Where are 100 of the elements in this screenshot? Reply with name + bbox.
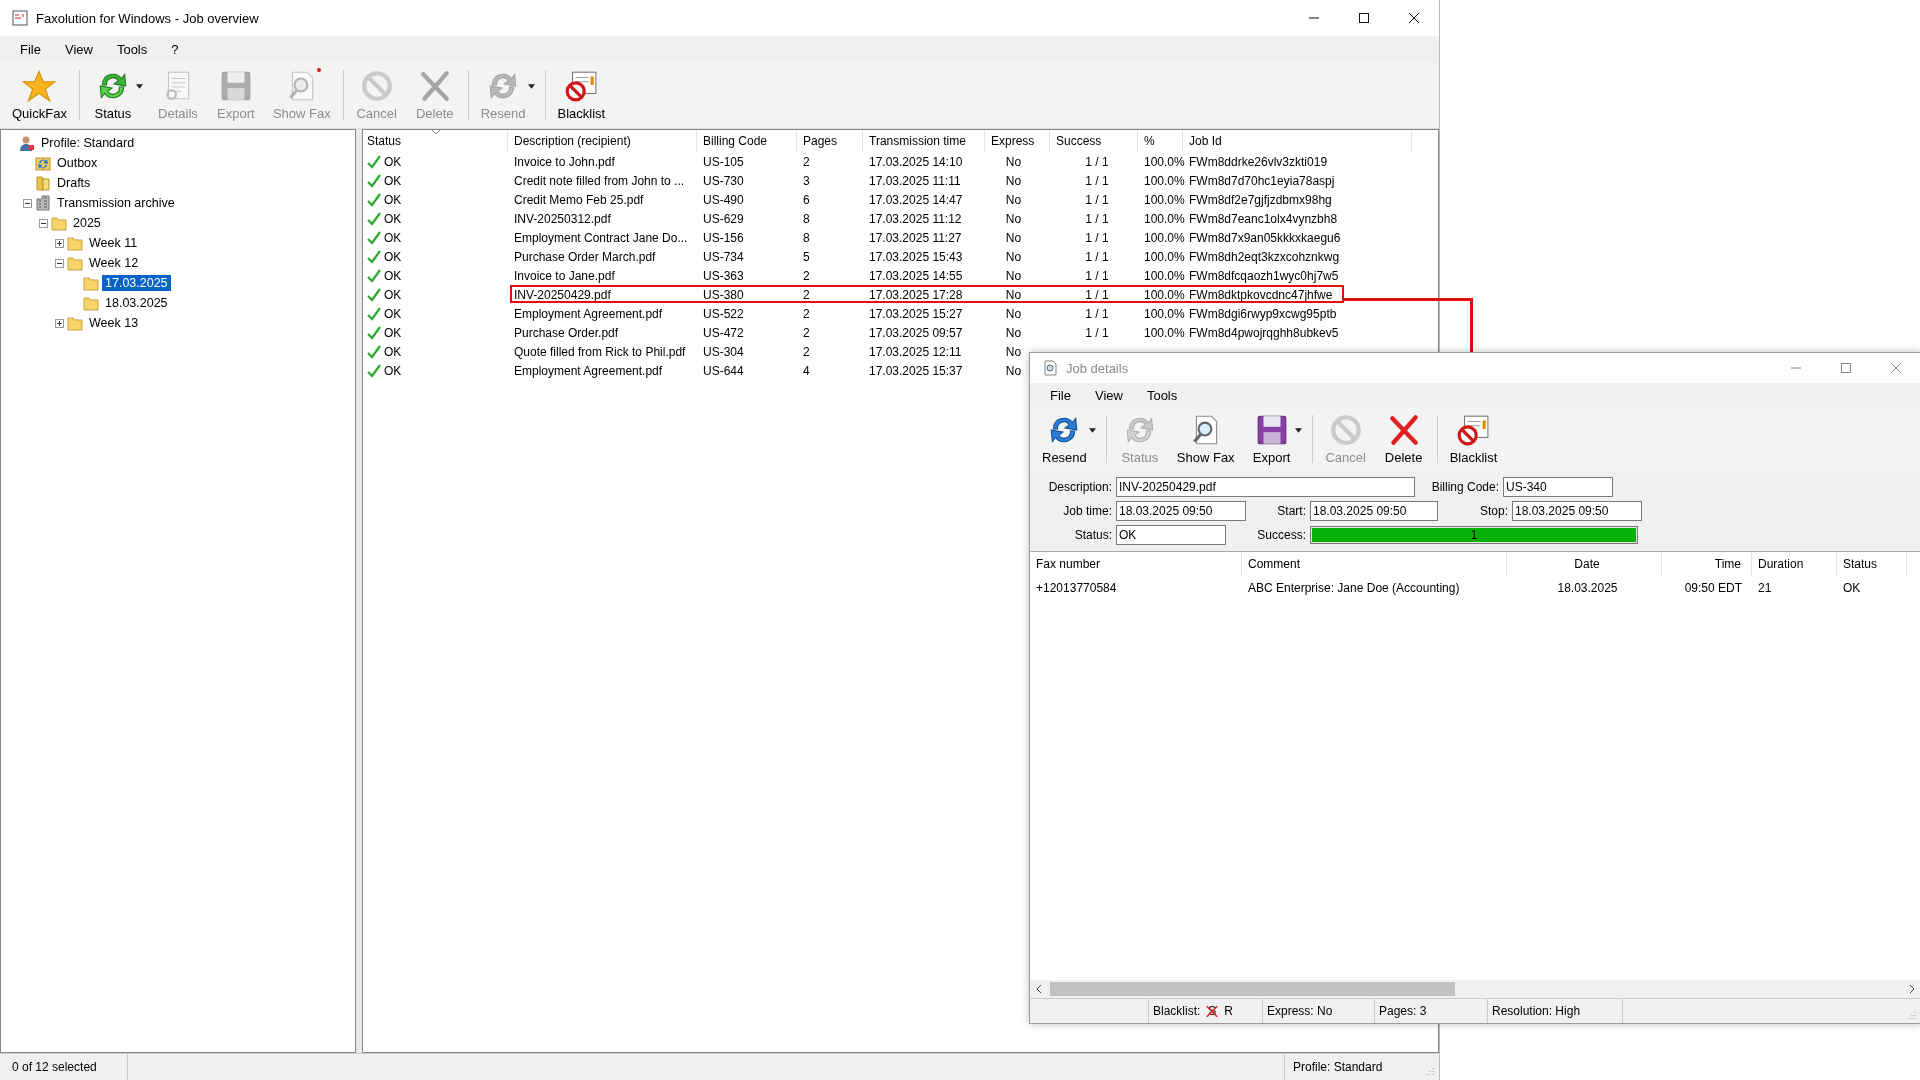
table-cell-text: 17.03.2025 11:27: [868, 230, 963, 245]
menu-item[interactable]: File: [1038, 387, 1083, 403]
table-cell-text: No: [1004, 344, 1023, 359]
table-cell-text: 18.03.2025: [1556, 581, 1619, 595]
toolbar-button[interactable]: Status: [83, 64, 142, 126]
table-cell-text: No: [1004, 363, 1023, 378]
tree-item[interactable]: 17.03.2025: [102, 275, 171, 291]
field-label: Job time:: [1062, 504, 1112, 518]
table-cell-text: 17.03.2025 14:10: [868, 154, 964, 169]
text-field[interactable]: 18.03.2025 09:50: [1310, 501, 1438, 521]
collapse-icon[interactable]: [23, 198, 32, 208]
expand-icon[interactable]: [55, 318, 64, 328]
star-icon: [22, 69, 57, 103]
text-field[interactable]: INV-20250429.pdf: [1116, 477, 1415, 497]
table-cell-text: Invoice to John.pdf: [513, 154, 616, 169]
tree-item[interactable]: 18.03.2025: [102, 295, 171, 311]
toolbar-button[interactable]: Show Fax: [1168, 408, 1243, 470]
collapse-icon[interactable]: [55, 258, 64, 268]
column-header[interactable]: Duration: [1752, 552, 1837, 576]
dropdown-arrow-icon[interactable]: [1088, 427, 1096, 433]
text-field[interactable]: 18.03.2025 09:50: [1512, 501, 1642, 521]
table-cell-text: Invoice to Jane.pdf: [513, 268, 616, 283]
blacklist-label: Blacklist:: [1153, 1004, 1201, 1018]
collapse-icon[interactable]: [39, 218, 48, 228]
column-header[interactable]: %: [1138, 130, 1183, 152]
toolbar-button[interactable]: QuickFax: [4, 64, 75, 126]
table-cell-text: 17.03.2025 17:28: [868, 287, 964, 302]
table-cell-text: 4: [802, 363, 811, 378]
table-cell-text: 100.0%: [1143, 173, 1183, 188]
column-header[interactable]: Transmission time: [863, 130, 985, 152]
menu-item[interactable]: File: [8, 41, 53, 57]
menu-item[interactable]: View: [1082, 387, 1135, 403]
tree-item[interactable]: Drafts: [54, 175, 94, 191]
menu-item[interactable]: ?: [159, 41, 191, 57]
horizontal-scrollbar[interactable]: [1030, 980, 1920, 998]
blacklist-flag-label: R: [1224, 1004, 1234, 1018]
outbox-icon: [35, 155, 51, 171]
column-header[interactable]: Status: [363, 130, 508, 152]
toolbar-button[interactable]: Resend: [1034, 408, 1095, 470]
column-header[interactable]: Date: [1507, 552, 1662, 576]
toolbar-button[interactable]: Export: [1242, 408, 1301, 470]
table-cell-text: 8: [802, 230, 811, 245]
menu-item[interactable]: View: [52, 41, 105, 57]
tree-item[interactable]: Week 13: [86, 315, 142, 331]
column-header[interactable]: Time: [1662, 552, 1752, 576]
column-header[interactable]: Description (recipient): [508, 130, 697, 152]
column-header[interactable]: Billing Code: [697, 130, 797, 152]
text-field[interactable]: US-340: [1503, 477, 1613, 497]
success-count: 1: [1469, 527, 1479, 543]
toolbar-button[interactable]: Delete: [1374, 408, 1433, 470]
expand-icon[interactable]: [55, 238, 64, 248]
column-header[interactable]: Pages: [797, 130, 863, 152]
resize-grip-icon[interactable]: [1425, 1066, 1435, 1076]
table-cell-text: US-522: [702, 306, 745, 321]
table-cell: OK: [384, 173, 402, 188]
tree-item[interactable]: Transmission archive: [54, 195, 178, 211]
check-icon: [367, 192, 381, 207]
menu-item[interactable]: Tools: [104, 41, 160, 57]
cancel-icon: [1328, 413, 1363, 447]
table-cell-text: Employment Contract Jane Do...: [513, 230, 689, 245]
column-header[interactable]: Job Id: [1183, 130, 1412, 152]
table-cell-text: 21: [1757, 581, 1773, 595]
table-cell-text: US-730: [702, 173, 745, 188]
table-cell-text: US-105: [702, 154, 745, 169]
column-header[interactable]: Comment: [1242, 552, 1507, 576]
table-cell-text: INV-20250429.pdf: [513, 287, 612, 302]
table-cell-text: US-304: [702, 344, 745, 359]
table-cell-text: Purchase Order March.pdf: [513, 249, 657, 264]
column-header[interactable]: Fax number: [1030, 552, 1242, 576]
table-cell-text: No: [1004, 306, 1023, 321]
text-field[interactable]: OK: [1116, 525, 1226, 545]
resize-grip-icon[interactable]: [1907, 1010, 1917, 1020]
tree-item[interactable]: Profile: Standard: [38, 135, 138, 151]
dropdown-arrow-icon[interactable]: [135, 83, 143, 89]
dropdown-arrow-icon[interactable]: [1294, 427, 1302, 433]
table-cell-text: 2: [802, 306, 811, 321]
table-cell-text: 100.0%: [1143, 211, 1183, 226]
check-icon: [367, 325, 381, 340]
table-cell-text: 2: [802, 344, 811, 359]
toolbar-button[interactable]: Blacklist: [1441, 408, 1506, 470]
toolbar-button[interactable]: Blacklist: [549, 64, 614, 126]
table-cell-text: 1 / 1: [1084, 192, 1110, 207]
tree-item[interactable]: Week 11: [86, 235, 141, 251]
check-icon: [367, 344, 381, 359]
table-cell: OK: [384, 306, 402, 321]
column-header[interactable]: Success: [1050, 130, 1138, 152]
table-cell-text: 17.03.2025 11:12: [868, 211, 963, 226]
tree-item[interactable]: 2025: [70, 215, 104, 231]
text-field[interactable]: 18.03.2025 09:50: [1116, 501, 1246, 521]
column-header[interactable]: Express: [985, 130, 1050, 152]
tree-item[interactable]: Week 12: [86, 255, 142, 271]
column-header[interactable]: Status: [1837, 552, 1907, 576]
check-icon: [367, 173, 381, 188]
table-cell-text: 17.03.2025 14:47: [868, 192, 964, 207]
table-cell: OK: [384, 192, 402, 207]
menu-item[interactable]: Tools: [1134, 387, 1190, 403]
scrollbar-thumb[interactable]: [1050, 982, 1455, 996]
table-cell-text: 1 / 1: [1084, 268, 1110, 283]
tree-item[interactable]: Outbox: [54, 155, 101, 171]
table-cell-text: No: [1004, 325, 1023, 340]
